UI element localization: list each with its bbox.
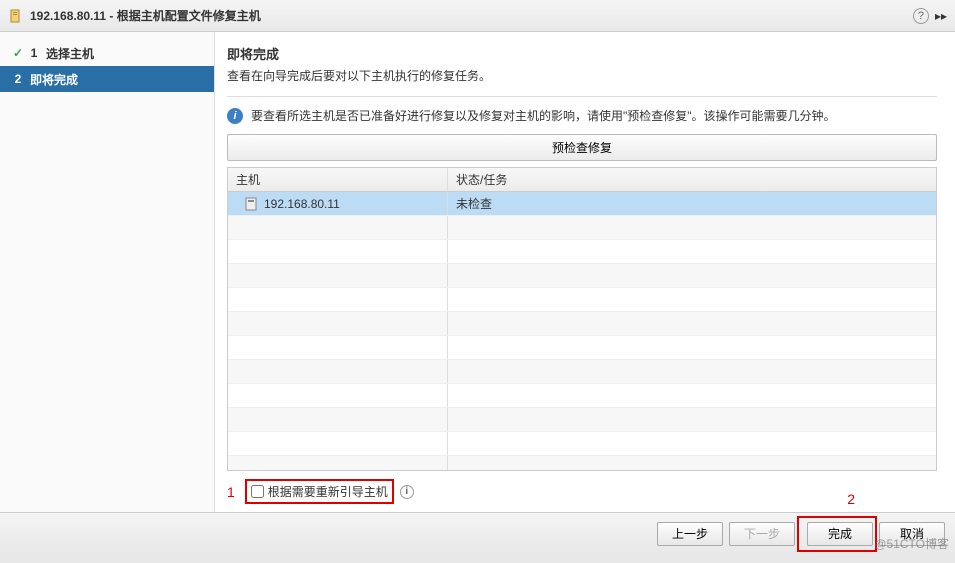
table-row	[228, 336, 936, 360]
step-number: 2	[10, 72, 26, 86]
table-row	[228, 240, 936, 264]
table-row	[228, 264, 936, 288]
status-cell: 未检查	[456, 195, 492, 212]
table-row	[228, 216, 936, 240]
help-icon[interactable]: i	[400, 485, 414, 499]
info-icon: i	[227, 108, 243, 124]
host-cell: 192.168.80.11	[264, 197, 340, 211]
step-select-host[interactable]: ✓ 1 选择主机	[0, 40, 214, 66]
step-label: 即将完成	[30, 71, 78, 88]
info-message: i 要查看所选主机是否已准备好进行修复以及修复对主机的影响，请使用"预检查修复"…	[227, 107, 937, 124]
table-row	[228, 288, 936, 312]
help-icon[interactable]: ?	[913, 8, 929, 24]
step-number: 1	[26, 46, 42, 60]
divider	[227, 96, 937, 97]
expand-icon[interactable]: ▸▸	[935, 9, 947, 23]
check-icon: ✓	[10, 46, 26, 60]
hosts-table: 主机 状态/任务 192.168.80.11 未检查	[227, 167, 937, 471]
step-ready-to-complete[interactable]: 2 即将完成	[0, 66, 214, 92]
table-row	[228, 312, 936, 336]
info-text: 要查看所选主机是否已准备好进行修复以及修复对主机的影响，请使用"预检查修复"。该…	[251, 107, 836, 124]
wizard-steps-sidebar: ✓ 1 选择主机 2 即将完成	[0, 32, 215, 512]
table-header: 主机 状态/任务	[228, 168, 936, 192]
table-row	[228, 456, 936, 470]
page-description: 查看在向导完成后要对以下主机执行的修复任务。	[227, 67, 937, 84]
table-row[interactable]: 192.168.80.11 未检查	[228, 192, 936, 216]
table-row	[228, 384, 936, 408]
column-header-status[interactable]: 状态/任务	[448, 168, 936, 191]
table-row	[228, 408, 936, 432]
finish-button[interactable]: 完成	[807, 522, 873, 546]
dialog-title: 192.168.80.11 - 根据主机配置文件修复主机	[30, 7, 913, 24]
column-header-host[interactable]: 主机	[228, 168, 448, 191]
page-title: 即将完成	[227, 44, 937, 63]
annotation-marker-1: 1	[227, 484, 235, 500]
reboot-host-checkbox[interactable]	[251, 485, 264, 498]
back-button[interactable]: 上一步	[657, 522, 723, 546]
annotation-marker-2: 2	[847, 491, 855, 507]
host-profile-icon	[8, 8, 24, 24]
title-bar: 192.168.80.11 - 根据主机配置文件修复主机 ? ▸▸	[0, 0, 955, 32]
step-label: 选择主机	[46, 45, 94, 62]
precheck-remediation-button[interactable]: 预检查修复	[227, 134, 937, 161]
host-icon	[244, 197, 258, 211]
annotation-box-1: 根据需要重新引导主机	[245, 479, 394, 504]
footer-bar: 2 上一步 下一步 完成 取消 @51CTO博客	[0, 512, 955, 554]
table-body: 192.168.80.11 未检查	[228, 192, 936, 470]
next-button: 下一步	[729, 522, 795, 546]
table-row	[228, 432, 936, 456]
cancel-button[interactable]: 取消	[879, 522, 945, 546]
table-row	[228, 360, 936, 384]
reboot-host-label: 根据需要重新引导主机	[268, 483, 388, 500]
